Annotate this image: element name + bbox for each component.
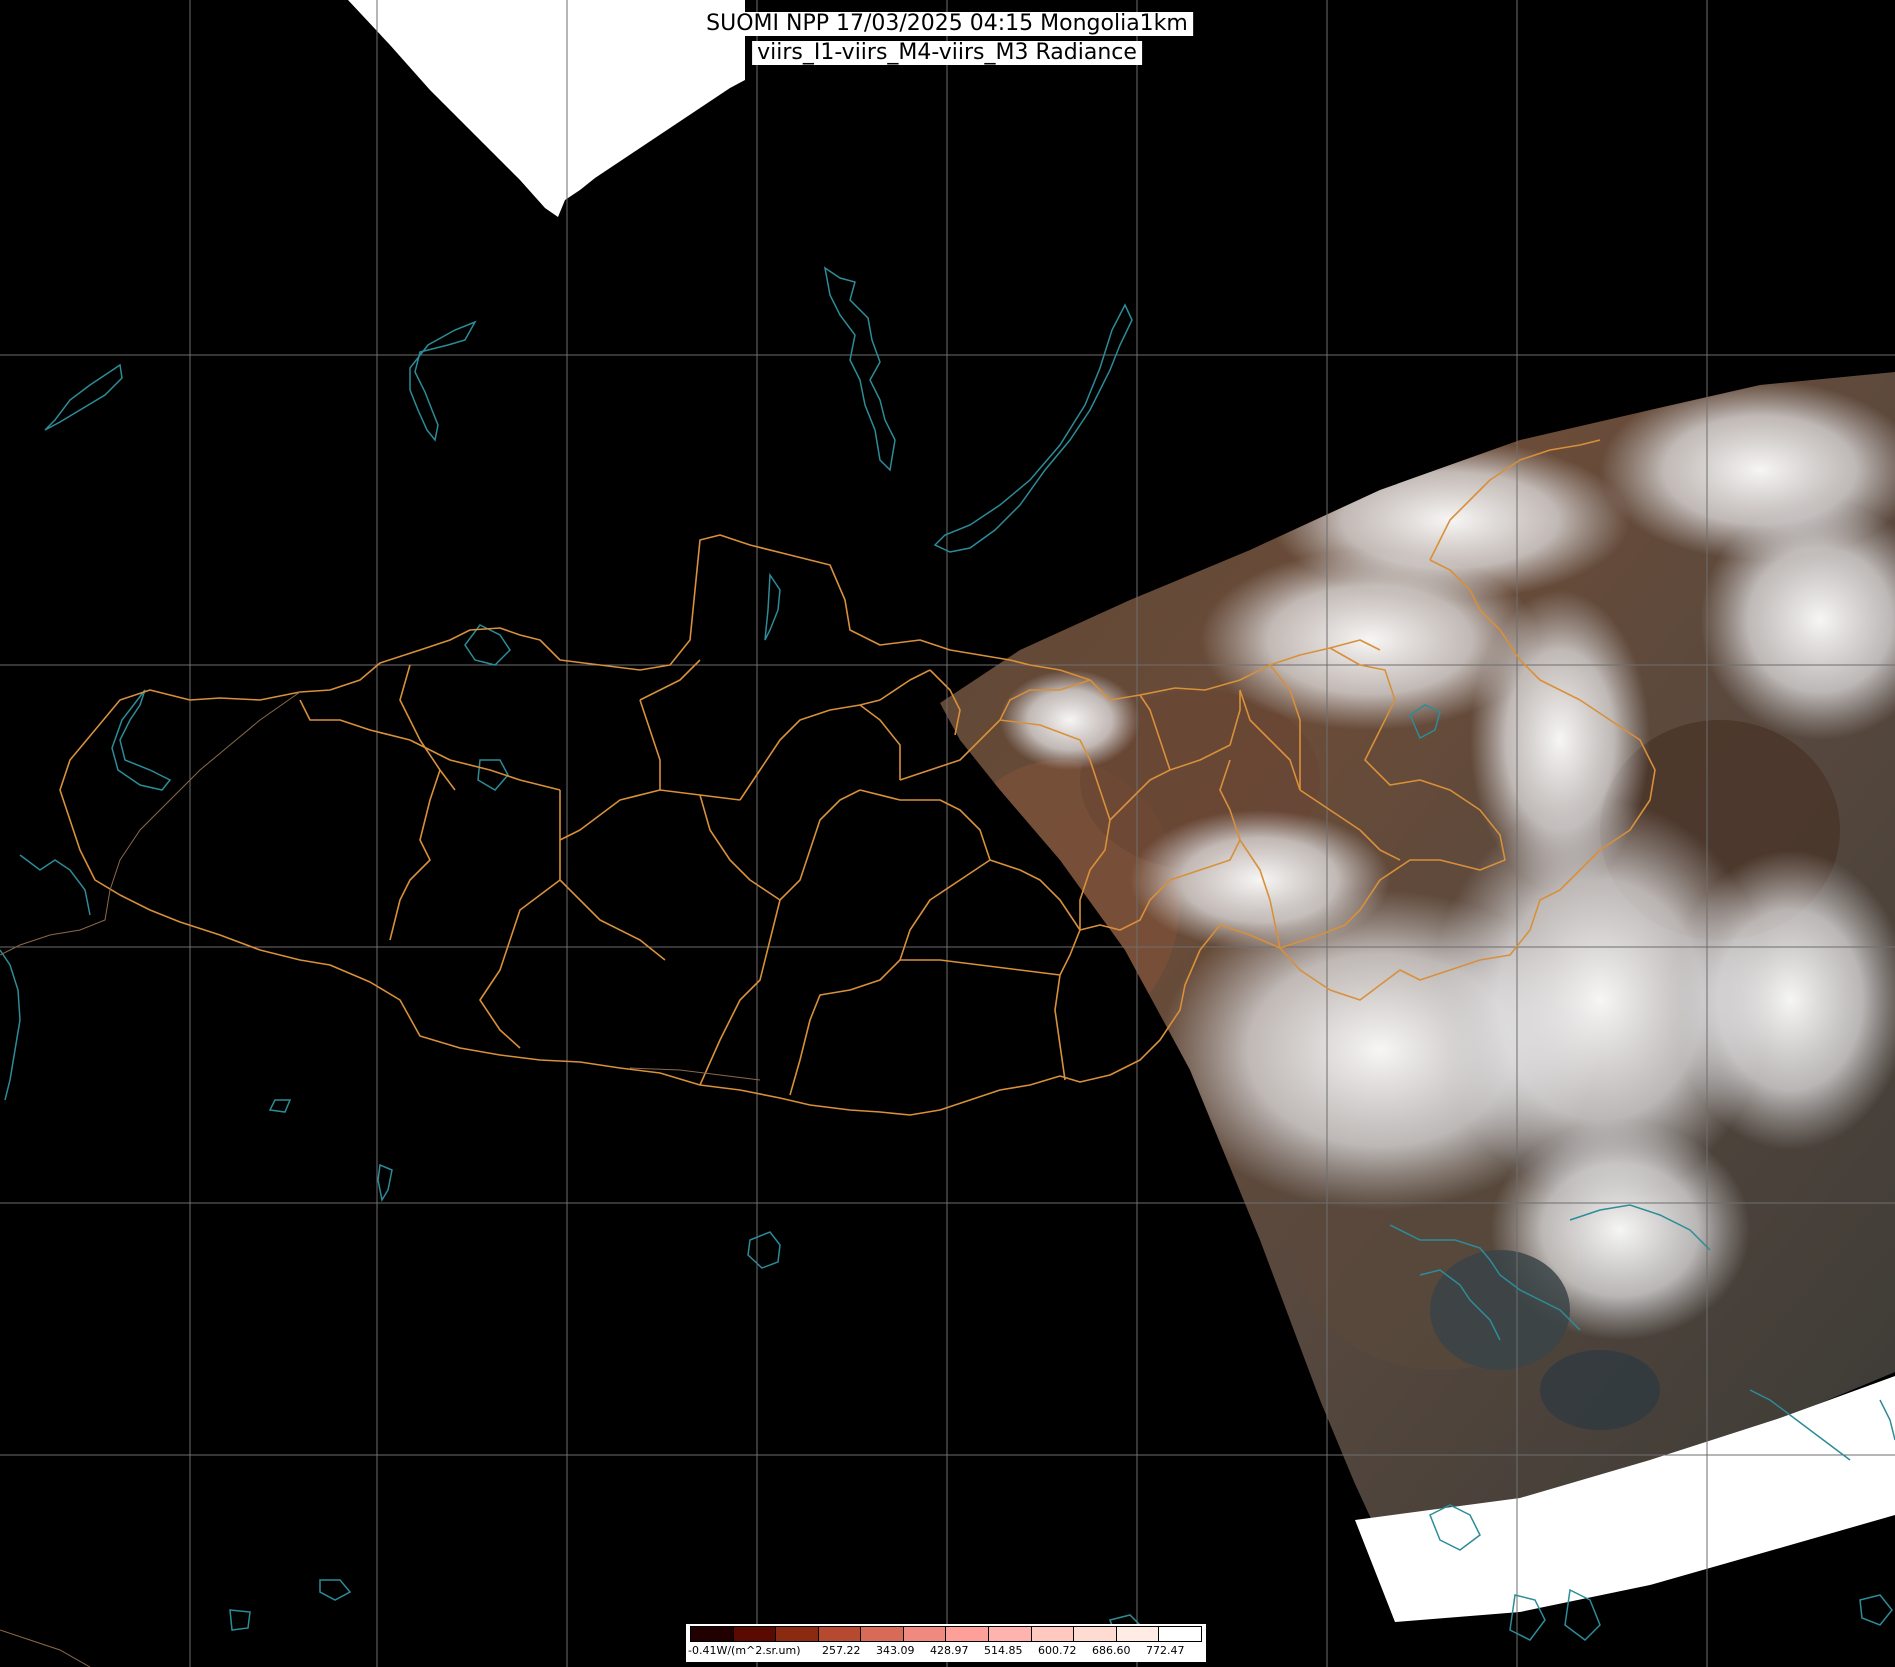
legend-color-segment (1159, 1627, 1201, 1641)
legend-unit-label: -0.41W/(m^2.sr.um) (688, 1644, 801, 1657)
legend-labels: -0.41W/(m^2.sr.um) 257.22 343.09 428.97 … (686, 1644, 1206, 1660)
legend-tick-label: 428.97 (930, 1644, 969, 1657)
legend-color-segment (733, 1627, 777, 1641)
color-legend: -0.41W/(m^2.sr.um) 257.22 343.09 428.97 … (686, 1624, 1206, 1662)
legend-color-segment (1031, 1627, 1075, 1641)
legend-color-bar (690, 1626, 1202, 1642)
legend-color-segment (818, 1627, 862, 1641)
legend-color-segment (691, 1627, 734, 1641)
legend-color-segment (903, 1627, 947, 1641)
legend-color-segment (1116, 1627, 1160, 1641)
title-line-2: viirs_I1-viirs_M4-viirs_M3 Radiance (752, 41, 1142, 65)
legend-color-segment (861, 1627, 904, 1641)
legend-tick-label: 772.47 (1146, 1644, 1185, 1657)
legend-tick-label: 343.09 (876, 1644, 915, 1657)
legend-tick-label: 686.60 (1092, 1644, 1131, 1657)
legend-color-segment (946, 1627, 990, 1641)
legend-tick-label: 257.22 (822, 1644, 861, 1657)
title-line-1: SUOMI NPP 17/03/2025 04:15 Mongolia1km (701, 12, 1193, 36)
legend-tick-label: 514.85 (984, 1644, 1023, 1657)
satellite-map (0, 0, 1895, 1667)
legend-color-segment (776, 1627, 819, 1641)
legend-color-segment (1074, 1627, 1117, 1641)
legend-tick-label: 600.72 (1038, 1644, 1077, 1657)
legend-color-segment (989, 1627, 1032, 1641)
